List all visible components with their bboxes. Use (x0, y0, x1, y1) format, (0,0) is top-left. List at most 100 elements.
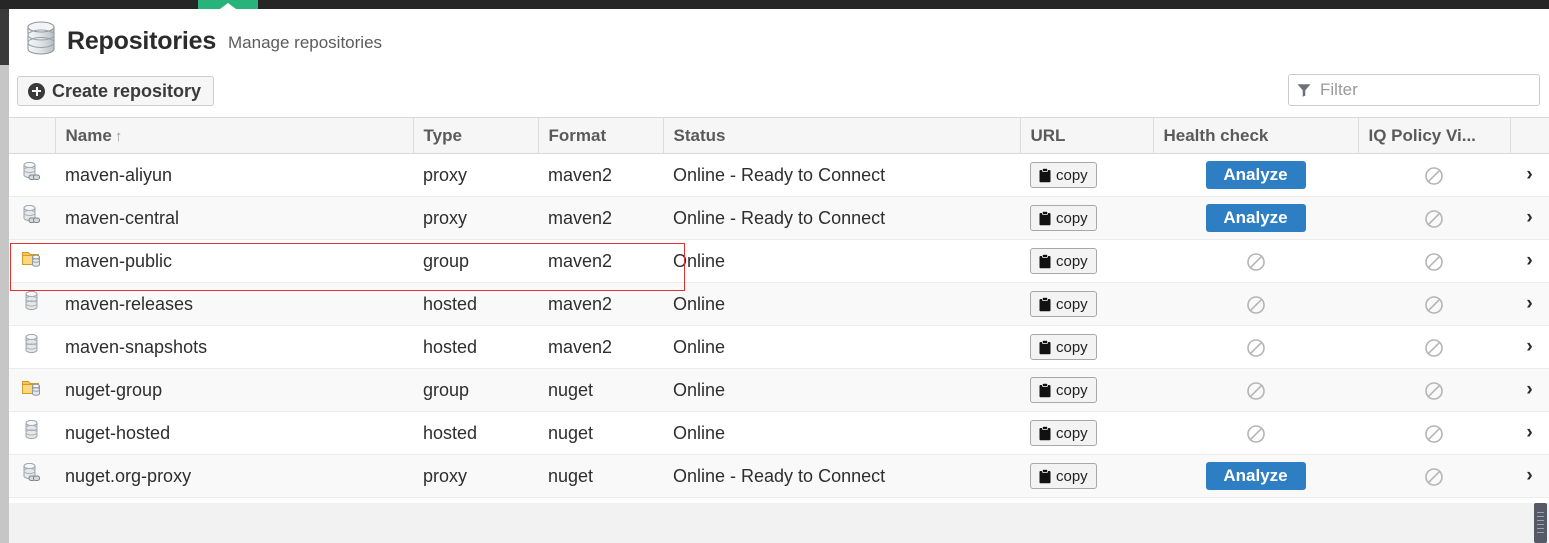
table-row[interactable]: maven-central proxy maven2 Online - Ready t… (9, 196, 1549, 240)
create-repository-label: Create repository (52, 80, 202, 101)
copy-url-label: copy (1056, 295, 1088, 313)
page-title: Repositories (67, 27, 217, 55)
page-header: Repositories Manage repositories (9, 9, 1549, 65)
analyze-button[interactable]: Analyze (1205, 462, 1306, 490)
table-row[interactable]: maven-snapshots hosted maven2 Online copy › (9, 325, 1549, 369)
cell-repository-url: copy (1020, 239, 1153, 283)
copy-url-button[interactable]: copy (1030, 205, 1097, 231)
cell-iq-policy-violations (1358, 196, 1510, 240)
table-row[interactable]: maven-releases hosted maven2 Online copy › (9, 282, 1549, 326)
chevron-right-icon[interactable]: › (1526, 250, 1532, 271)
table-header: Name ↑ Type Format Status URL Health chec… (9, 117, 1549, 154)
cell-repository-format: maven2 (538, 196, 663, 240)
column-header-format[interactable]: Format (538, 117, 664, 154)
cell-repository-name[interactable]: maven-public (55, 239, 413, 283)
clipboard-icon (1039, 425, 1051, 440)
column-header-name[interactable]: Name ↑ (55, 117, 414, 154)
column-header-url[interactable]: URL (1020, 117, 1154, 154)
copy-url-button[interactable]: copy (1030, 162, 1097, 188)
copy-url-button[interactable]: copy (1030, 334, 1097, 360)
cell-repository-type: group (413, 239, 538, 283)
cell-repository-name[interactable]: maven-snapshots (55, 325, 413, 369)
cell-repository-name[interactable]: nuget-group (55, 368, 413, 412)
cell-row-expand[interactable]: › (1510, 153, 1549, 197)
cell-row-expand[interactable]: › (1510, 411, 1549, 455)
cell-health-check: Analyze (1153, 153, 1358, 197)
cell-repository-name[interactable]: maven-central (55, 196, 413, 240)
filter-box[interactable] (1288, 74, 1540, 106)
cell-iq-policy-violations (1358, 325, 1510, 369)
top-app-bar (0, 0, 1549, 9)
cell-repository-type: proxy (413, 454, 538, 498)
cell-row-expand[interactable]: › (1510, 454, 1549, 498)
blocked-icon (1246, 381, 1265, 400)
cell-iq-policy-violations (1358, 153, 1510, 197)
chevron-right-icon[interactable]: › (1526, 164, 1532, 185)
proxy-repository-icon (23, 161, 40, 180)
copy-url-label: copy (1056, 381, 1088, 399)
cell-repository-name[interactable]: nuget.org-proxy (55, 454, 413, 498)
chevron-right-icon[interactable]: › (1526, 379, 1532, 400)
page-subtitle: Manage repositories (228, 33, 383, 52)
cell-row-expand[interactable]: › (1510, 239, 1549, 283)
cell-health-check (1153, 239, 1358, 283)
clipboard-icon (1039, 468, 1051, 483)
table-row[interactable]: maven-public group maven2 Online copy › (9, 239, 1549, 283)
cell-health-check (1153, 368, 1358, 412)
cell-row-expand[interactable]: › (1510, 325, 1549, 369)
cell-repository-name[interactable]: maven-aliyun (55, 153, 413, 197)
analyze-button[interactable]: Analyze (1205, 204, 1306, 232)
left-rail-dark (0, 9, 9, 65)
cell-health-check (1153, 411, 1358, 455)
cell-row-expand[interactable]: › (1510, 368, 1549, 412)
group-repository-icon (22, 251, 40, 267)
cell-repository-name[interactable]: maven-releases (55, 282, 413, 326)
active-tab-indicator[interactable] (198, 0, 258, 9)
table-row[interactable]: nuget.org-proxy proxy nuget Online - Ready … (9, 454, 1549, 498)
cell-repository-name[interactable]: nuget-hosted (55, 411, 413, 455)
chevron-right-icon[interactable]: › (1526, 207, 1532, 228)
cell-row-expand[interactable]: › (1510, 196, 1549, 240)
cell-repository-type: hosted (413, 282, 538, 326)
column-header-type[interactable]: Type (413, 117, 539, 154)
column-header-status[interactable]: Status (663, 117, 1021, 154)
chevron-right-icon[interactable]: › (1526, 465, 1532, 486)
copy-url-button[interactable]: copy (1030, 291, 1097, 317)
copy-url-button[interactable]: copy (1030, 463, 1097, 489)
chevron-right-icon[interactable]: › (1526, 293, 1532, 314)
cell-row-expand[interactable]: › (1510, 282, 1549, 326)
hosted-repository-icon (25, 290, 38, 310)
filter-input[interactable] (1318, 79, 1531, 101)
copy-url-button[interactable]: copy (1030, 248, 1097, 274)
blocked-icon (1246, 252, 1265, 271)
blocked-icon (1425, 252, 1443, 271)
vertical-scrollbar-thumb[interactable] (1534, 503, 1547, 543)
copy-url-button[interactable]: copy (1030, 377, 1097, 403)
table-row[interactable]: maven-aliyun proxy maven2 Online - Ready to… (9, 153, 1549, 197)
analyze-button[interactable]: Analyze (1205, 161, 1306, 189)
create-repository-button[interactable]: Create repository (17, 76, 215, 106)
table-row[interactable]: nuget-group group nuget Online copy › (9, 368, 1549, 412)
chevron-right-icon[interactable]: › (1526, 422, 1532, 443)
column-header-health-check[interactable]: Health check (1153, 117, 1359, 154)
chevron-right-icon[interactable]: › (1526, 336, 1532, 357)
table-row[interactable]: nuget-hosted hosted nuget Online copy › (9, 411, 1549, 455)
blocked-icon (1425, 338, 1443, 357)
cell-repository-format: nuget (538, 454, 663, 498)
cell-iq-policy-violations (1358, 454, 1510, 498)
cell-repository-type: proxy (413, 153, 538, 197)
cell-repository-url: copy (1020, 368, 1153, 412)
repository-type-icon-cell (9, 153, 55, 197)
group-repository-icon (22, 380, 40, 396)
cell-repository-format: nuget (538, 411, 663, 455)
column-header-name-label: Name (65, 125, 112, 145)
clipboard-icon (1039, 339, 1051, 354)
cell-repository-format: maven2 (538, 282, 663, 326)
blocked-icon (1246, 295, 1265, 314)
blocked-icon (1246, 338, 1265, 357)
copy-url-button[interactable]: copy (1030, 420, 1097, 446)
cell-repository-format: maven2 (538, 153, 663, 197)
cell-repository-status: Online - Ready to Connect (663, 454, 1020, 498)
column-header-iq-policy-violations[interactable]: IQ Policy Vi... (1358, 117, 1511, 154)
copy-url-label: copy (1056, 424, 1088, 442)
